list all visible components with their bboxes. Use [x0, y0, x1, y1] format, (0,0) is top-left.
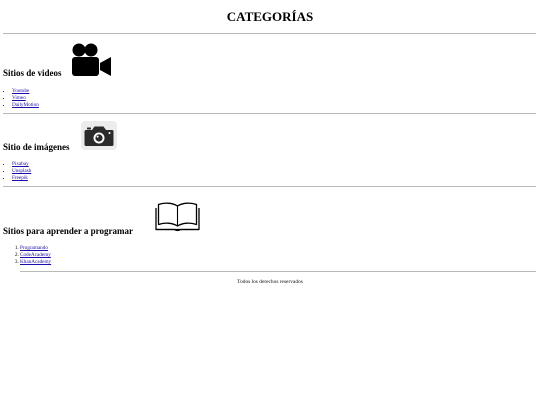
list-item: Youtube [12, 88, 39, 95]
list-item: DailyMotion [12, 102, 39, 109]
open-book-icon [155, 201, 200, 233]
link-unsplash[interactable]: Unsplash [12, 168, 31, 174]
divider [20, 271, 536, 272]
link-youtube[interactable]: Youtube [12, 88, 29, 94]
section-heading: Sitios de videos [3, 68, 62, 78]
list-item: CodeAcademy [20, 252, 51, 259]
section-heading: Sitios para aprender a programar [3, 226, 133, 236]
list-item: Freepik [12, 175, 31, 182]
video-camera-icon [72, 43, 112, 77]
list-item: Programando [20, 245, 51, 252]
link-dailymotion[interactable]: DailyMotion [12, 102, 39, 108]
footer-text: Todos los derechos reservados [237, 279, 303, 285]
list-item: Pixabay [12, 161, 31, 168]
link-programando[interactable]: Programando [20, 245, 48, 251]
divider [3, 113, 536, 114]
link-khanacademy[interactable]: KhanAcademy [20, 259, 51, 265]
divider [3, 33, 536, 34]
page-title: CATEGORÍAS [226, 9, 314, 24]
section-heading: Sitio de imágenes [3, 142, 70, 152]
link-vimeo[interactable]: Vimeo [12, 95, 26, 101]
link-freepik[interactable]: Freepik [12, 175, 28, 181]
list-item: KhanAcademy [20, 259, 51, 266]
camera-icon [81, 121, 117, 150]
link-list: Pixabay Unsplash Freepik [3, 161, 31, 183]
link-pixabay[interactable]: Pixabay [12, 161, 29, 167]
link-list: Programando CodeAcademy KhanAcademy [3, 245, 51, 267]
list-item: Vimeo [12, 95, 39, 102]
link-codeacademy[interactable]: CodeAcademy [20, 252, 51, 258]
list-item: Unsplash [12, 168, 31, 175]
divider [3, 186, 536, 187]
link-list: Youtube Vimeo DailyMotion [3, 88, 39, 110]
